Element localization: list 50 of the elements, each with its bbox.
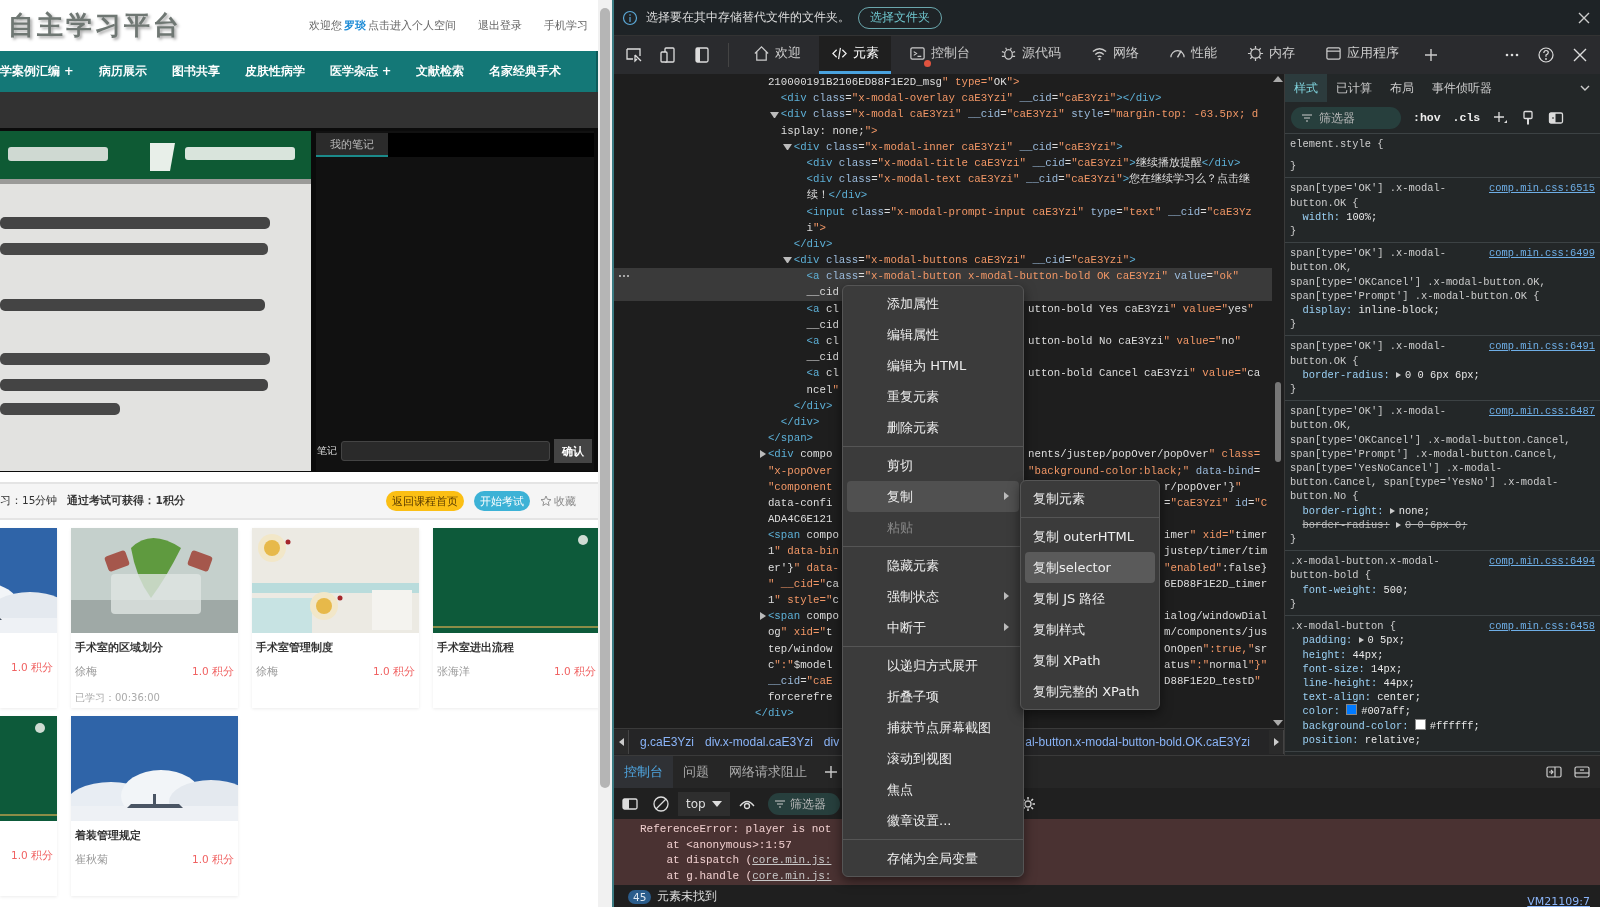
css-brace: }	[1290, 596, 1297, 612]
css-brace: }	[1290, 382, 1297, 397]
css-selector: button-bold {	[1290, 568, 1372, 583]
course-points: 1.0 积分	[10, 849, 53, 863]
css-selector: span[type='Prompt'] .x-modal-button.OK {	[1290, 288, 1540, 304]
css-selector: .x-modal-button {	[1290, 619, 1396, 634]
css-brace: }	[1290, 317, 1297, 332]
course-points: 1.0 积分	[191, 665, 234, 679]
info-message: 选择要在其中存储替代文件的文件夹。	[646, 9, 850, 26]
css-brace: }	[1290, 224, 1297, 239]
css-brace: }	[1290, 159, 1297, 174]
course-author: 徐梅	[75, 665, 97, 679]
css-selector: button.OK {	[1290, 353, 1359, 368]
course-points: 1.0 积分	[10, 661, 53, 675]
course-title: 手术室进出流程	[436, 640, 515, 655]
console-line: at g.handle (core.min.js:	[665, 868, 832, 884]
console-line: ReferenceError: player is not	[640, 822, 832, 837]
course-points: 1.0 积分	[553, 665, 596, 679]
css-selector: element.style {	[1290, 137, 1384, 152]
course-points: 1.0 积分	[372, 665, 415, 679]
welcome-text: 欢迎您	[309, 18, 342, 33]
css-selector: button.OK,	[1290, 260, 1353, 275]
css-selector: span[type='OK'] .x-modal-	[1290, 404, 1446, 419]
css-selector: button.OK,	[1290, 418, 1353, 433]
status-text: 元素未找到	[657, 888, 718, 905]
css-selector: button.OK {	[1290, 195, 1359, 210]
css-brace: }	[1290, 532, 1297, 547]
course-author: 张海洋	[437, 665, 470, 679]
css-selector: span[type='Prompt'] .x-modal-button.Cancel,	[1290, 446, 1559, 462]
count-badge: 45	[628, 889, 652, 904]
course-author: 崔秋菊	[75, 853, 108, 867]
course-points: 1.0 积分	[191, 853, 234, 867]
css-selector: span[type='OK'] .x-modal-	[1290, 246, 1446, 261]
css-selector: span[type='OKCancel'] .x-modal-button.OK,	[1290, 274, 1546, 289]
study-duration: 习：15分钟	[0, 494, 58, 508]
console-line: at dispatch (core.min.js:	[665, 853, 832, 868]
note-label: 笔记	[317, 444, 337, 458]
exam-reward: 通过考试可获得：1积分	[67, 494, 185, 508]
css-selector: span[type='OK'] .x-modal-	[1290, 181, 1446, 196]
css-selector: .x-modal-button.x-modal-	[1290, 554, 1440, 569]
course-author: 徐梅	[256, 665, 278, 679]
css-selector: span[type='YesNoCancel'] .x-modal-	[1290, 461, 1502, 476]
css-selector: button.No {	[1290, 489, 1359, 504]
css-selector: span[type='OK'] .x-modal-	[1290, 339, 1446, 354]
course-title: 着装管理规定	[74, 828, 142, 843]
course-title: 手术室的区域划分	[74, 640, 164, 655]
course-title: 手术室管理制度	[255, 640, 334, 655]
css-selector: button.Cancel, span[type='YesNo'] .x-modal-	[1290, 475, 1559, 490]
css-selector: span[type='OKCancel'] .x-modal-button.Cancel,	[1290, 432, 1571, 447]
console-line: at <anonymous>:1:57	[665, 837, 792, 853]
